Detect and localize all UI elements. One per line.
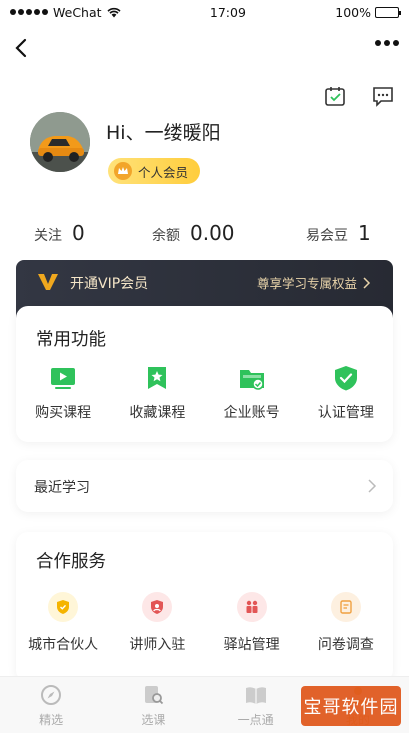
more-dots-icon[interactable] [375,40,399,46]
bookmark-star-icon [148,367,167,389]
shield-check-icon [334,366,357,391]
status-bar: WeChat 17:09 100% [0,0,409,24]
tab-label: 选课 [141,713,166,727]
function-label: 企业账号 [223,405,280,421]
member-badge[interactable]: 个人会员 [108,158,201,184]
section-title: 合作服务 [36,552,106,572]
calendar-check-icon[interactable] [323,84,347,108]
cooperation-card: 合作服务 城市合伙人 讲师入驻 驿站管理 问卷调查 [16,532,393,682]
user-greeting: Hi、一缕暖阳 [106,122,221,144]
shield-badge-icon [48,592,79,622]
coop-city-partner[interactable]: 城市合伙人 [16,592,110,654]
chevron-left-icon[interactable] [10,36,34,60]
function-label: 认证管理 [317,405,374,421]
compass-icon [41,685,62,705]
function-label: 购买课程 [35,405,92,421]
member-badge-label: 个人会员 [138,164,189,180]
coop-label: 城市合伙人 [28,637,99,653]
clock: 17:09 [209,4,246,20]
function-certification[interactable]: 认证管理 [299,364,393,422]
coop-station[interactable]: 驿站管理 [205,592,299,654]
coop-label: 讲师入驻 [129,637,186,653]
function-buy-course[interactable]: 购买课程 [16,364,110,422]
stat-label: 余额 [152,228,180,244]
folder-verified-icon [239,370,264,390]
signal-icon [10,9,48,15]
course-search-icon [145,686,164,705]
wifi-icon [106,7,121,17]
cooperation-grid: 城市合伙人 讲师入驻 驿站管理 问卷调查 [16,592,393,654]
function-label: 收藏课程 [129,405,186,421]
chevron-right-icon [368,479,377,493]
stat-beans[interactable]: 易会豆 1 [306,221,371,245]
avatar[interactable] [30,112,90,172]
recent-learning-label: 最近学习 [34,480,90,496]
common-functions-grid: 购买课程 收藏课程 企业账号 认证管理 [16,364,393,422]
vip-benefits-text: 尊享学习专属权益 [256,276,357,291]
function-enterprise-account[interactable]: 企业账号 [205,364,299,422]
status-left: WeChat [10,5,121,20]
stats-row: 关注 0 余额 0.00 易会豆 1 [34,221,384,247]
section-title: 常用功能 [36,330,106,350]
vip-label: 开通VIP会员 [70,276,149,292]
tab-featured[interactable]: 精选 [0,677,102,733]
tab-label: 一点通 [237,713,274,727]
profile-section: Hi、一缕暖阳 个人会员 [30,112,390,192]
watermark-logo: 宝哥软件园 [301,686,401,726]
common-functions-card: 常用功能 购买课程 收藏课程 企业账号 认证管理 [16,306,393,442]
stat-balance[interactable]: 余额 0.00 [152,221,235,245]
battery-icon [375,6,401,18]
stat-value: 1 [358,221,371,245]
tab-yidiantong[interactable]: 一点通 [205,677,307,733]
stat-value: 0 [72,221,85,245]
status-right: 100% [335,4,401,20]
stat-label: 关注 [34,228,62,244]
crown-icon [114,162,132,180]
recent-learning-row[interactable]: 最近学习 [16,460,393,512]
coop-lecturer[interactable]: 讲师入驻 [110,592,204,654]
header-tools [323,84,395,108]
coop-label: 驿站管理 [223,637,280,653]
battery-percent: 100% [335,4,371,20]
vip-benefits-link[interactable]: 尊享学习专属权益 [257,273,371,292]
watermark-text: 宝哥软件园 [303,697,399,718]
tab-courses[interactable]: 选课 [102,677,204,733]
coop-label: 问卷调查 [317,637,374,653]
vip-logo-icon [38,274,58,290]
chevron-right-icon [363,276,371,289]
coop-questionnaire[interactable]: 问卷调查 [299,592,393,654]
questionnaire-icon [330,592,361,622]
message-dots-icon[interactable] [371,84,395,108]
stat-label: 易会豆 [306,228,348,244]
nav-bar [0,30,409,66]
tab-label: 精选 [39,713,64,727]
function-favorite-course[interactable]: 收藏课程 [110,364,204,422]
stat-value: 0.00 [190,221,235,245]
carrier-label: WeChat [53,4,102,20]
station-people-icon [236,592,267,622]
video-play-icon [51,368,76,389]
stat-following[interactable]: 关注 0 [34,221,85,245]
lecturer-badge-icon [142,592,173,622]
book-icon [245,687,266,704]
